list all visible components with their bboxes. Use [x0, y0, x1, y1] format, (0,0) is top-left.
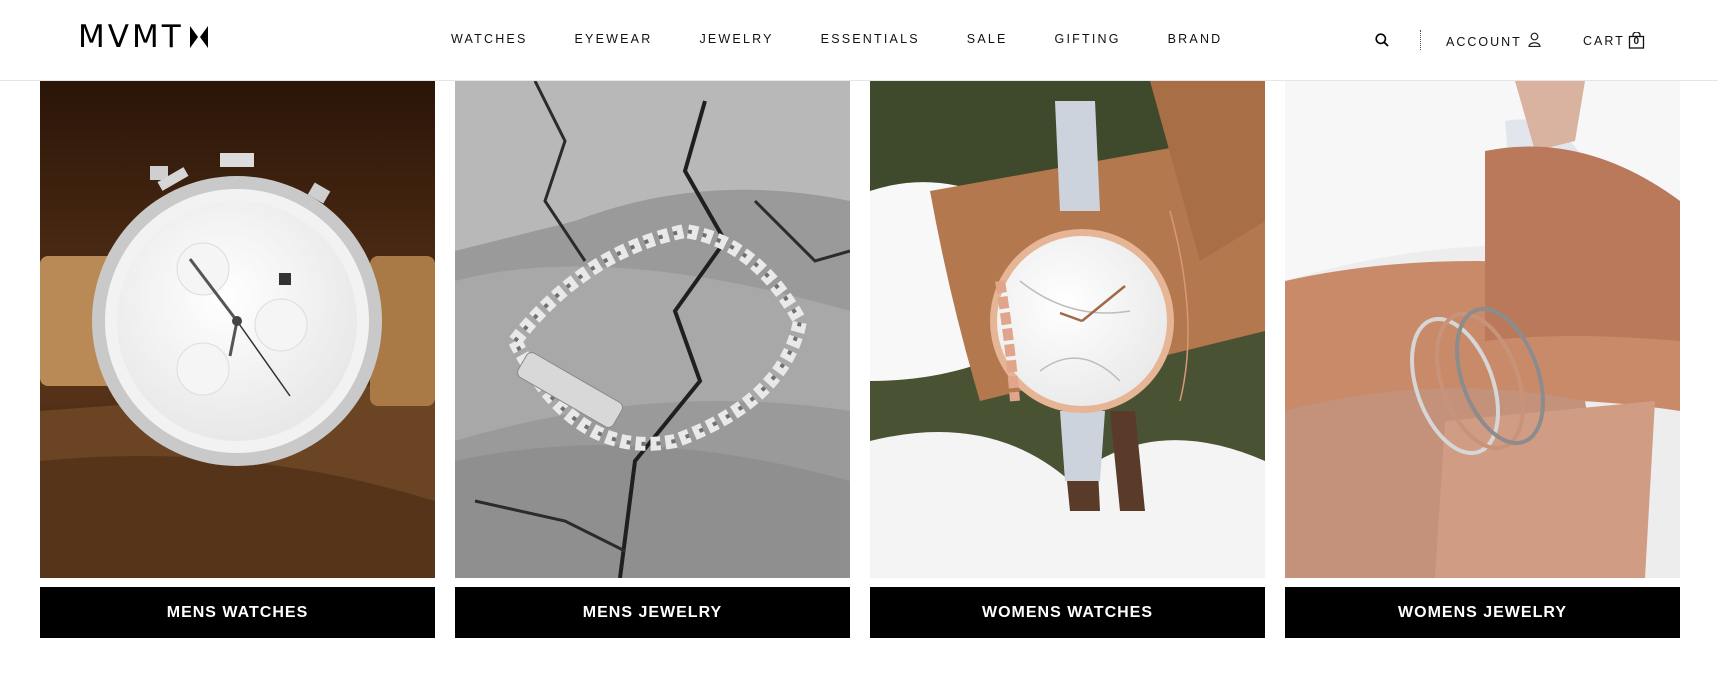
category-tile-mens-watches: MENS WATCHES	[40, 81, 435, 638]
womens-jewelry-button[interactable]: WOMENS JEWELRY	[1285, 587, 1680, 638]
main-nav: Watches Eyewear Jewelry Essentials Sale …	[451, 32, 1269, 46]
mens-jewelry-button[interactable]: MENS JEWELRY	[455, 587, 850, 638]
nav-sale[interactable]: Sale	[967, 32, 1008, 46]
user-icon	[1528, 32, 1541, 52]
cart-label: CART	[1583, 33, 1625, 48]
nav-watches[interactable]: Watches	[451, 32, 528, 46]
shopping-bag-icon: 0	[1628, 31, 1645, 49]
womens-watches-image[interactable]	[870, 81, 1265, 578]
nav-brand[interactable]: Brand	[1168, 32, 1223, 46]
utility-divider	[1420, 30, 1421, 50]
account-link[interactable]: ACCOUNT	[1446, 32, 1541, 52]
cart-link[interactable]: CART 0	[1583, 31, 1645, 49]
cart-count: 0	[1633, 36, 1640, 47]
category-tile-mens-jewelry: MENS JEWELRY	[455, 81, 850, 638]
mens-watches-image[interactable]	[40, 81, 435, 578]
logo-text: MVMT	[78, 19, 184, 55]
site-header: MVMT Watches Eyewear Jewelry Essentials …	[0, 0, 1718, 81]
mens-watches-button[interactable]: MENS WATCHES	[40, 587, 435, 638]
account-label: ACCOUNT	[1446, 35, 1522, 49]
category-tile-womens-jewelry: WOMENS JEWELRY	[1285, 81, 1680, 638]
category-tile-womens-watches: WOMENS WATCHES	[870, 81, 1265, 638]
nav-gifting[interactable]: Gifting	[1055, 32, 1121, 46]
nav-jewelry[interactable]: Jewelry	[699, 32, 773, 46]
mens-jewelry-image[interactable]	[455, 81, 850, 578]
brand-logo[interactable]: MVMT	[78, 19, 210, 55]
nav-essentials[interactable]: Essentials	[821, 32, 920, 46]
nav-eyewear[interactable]: Eyewear	[575, 32, 653, 46]
logo-mark-icon	[189, 26, 208, 48]
womens-watches-button[interactable]: WOMENS WATCHES	[870, 587, 1265, 638]
search-icon[interactable]	[1375, 33, 1389, 52]
womens-jewelry-image[interactable]	[1285, 81, 1680, 578]
